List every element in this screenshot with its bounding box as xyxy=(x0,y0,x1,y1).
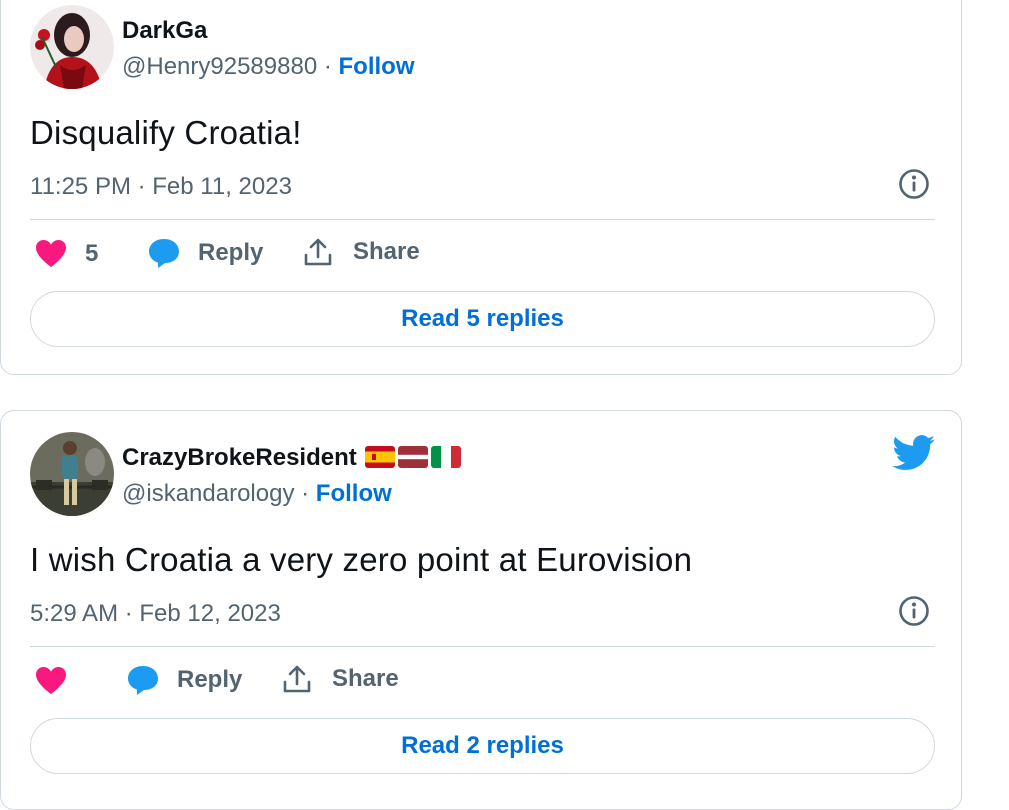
user-handle[interactable]: @Henry92589880 xyxy=(122,53,317,80)
display-name-row: CrazyBrokeResident xyxy=(122,444,461,472)
handle-row: @iskandarology · Follow xyxy=(122,480,392,508)
reply-label: Reply xyxy=(177,666,243,693)
tweet-text: I wish Croatia a very zero point at Euro… xyxy=(30,541,693,578)
like-button[interactable]: 5 xyxy=(35,239,98,269)
tweet-text: Disqualify Croatia! xyxy=(30,114,302,151)
read-replies-button[interactable]: Read 2 replies xyxy=(30,718,935,774)
share-button[interactable]: Share xyxy=(282,664,399,694)
share-label: Share xyxy=(353,238,420,265)
flag-group xyxy=(364,446,461,468)
info-icon[interactable] xyxy=(897,167,931,201)
tweet-timestamp[interactable]: 11:25 PM · Feb 11, 2023 xyxy=(30,173,292,201)
flag-italy-icon xyxy=(430,446,461,468)
info-icon[interactable] xyxy=(897,594,931,628)
reply-button[interactable]: Reply xyxy=(126,664,242,696)
like-button[interactable] xyxy=(35,666,85,696)
share-icon xyxy=(283,665,311,693)
flag-latvia-icon xyxy=(397,446,428,468)
follow-button[interactable]: Follow xyxy=(339,53,415,80)
heart-icon xyxy=(36,240,66,267)
tweet-timestamp[interactable]: 5:29 AM · Feb 12, 2023 xyxy=(30,600,281,628)
user-avatar[interactable] xyxy=(30,432,114,516)
share-icon xyxy=(304,238,332,266)
display-name[interactable]: DarkGa xyxy=(122,17,207,45)
tweet-card: DarkGa @Henry92589880 · Follow Disqualif… xyxy=(0,0,962,375)
separator-dot: · xyxy=(301,480,310,507)
read-replies-button[interactable]: Read 5 replies xyxy=(30,291,935,347)
user-handle[interactable]: @iskandarology xyxy=(122,480,294,507)
divider xyxy=(30,646,935,647)
share-button[interactable]: Share xyxy=(303,237,420,267)
share-label: Share xyxy=(332,665,399,692)
reply-label: Reply xyxy=(198,239,264,266)
tweet-card: CrazyBrokeResident @iskandarology · Foll… xyxy=(0,410,962,810)
separator-dot: · xyxy=(323,53,332,80)
reply-bubble-icon xyxy=(128,666,158,695)
avatar-image xyxy=(30,432,114,516)
handle-row: @Henry92589880 · Follow xyxy=(122,53,415,81)
display-name[interactable]: CrazyBrokeResident xyxy=(122,444,357,471)
divider xyxy=(30,219,935,220)
reply-button[interactable]: Reply xyxy=(147,237,263,269)
follow-button[interactable]: Follow xyxy=(316,480,392,507)
reply-bubble-icon xyxy=(149,239,179,268)
heart-icon xyxy=(36,667,66,694)
like-count: 5 xyxy=(85,240,99,267)
avatar-image xyxy=(30,5,114,89)
user-avatar[interactable] xyxy=(30,5,114,89)
twitter-bird-icon[interactable] xyxy=(892,435,936,471)
flag-spain-icon xyxy=(364,446,395,468)
